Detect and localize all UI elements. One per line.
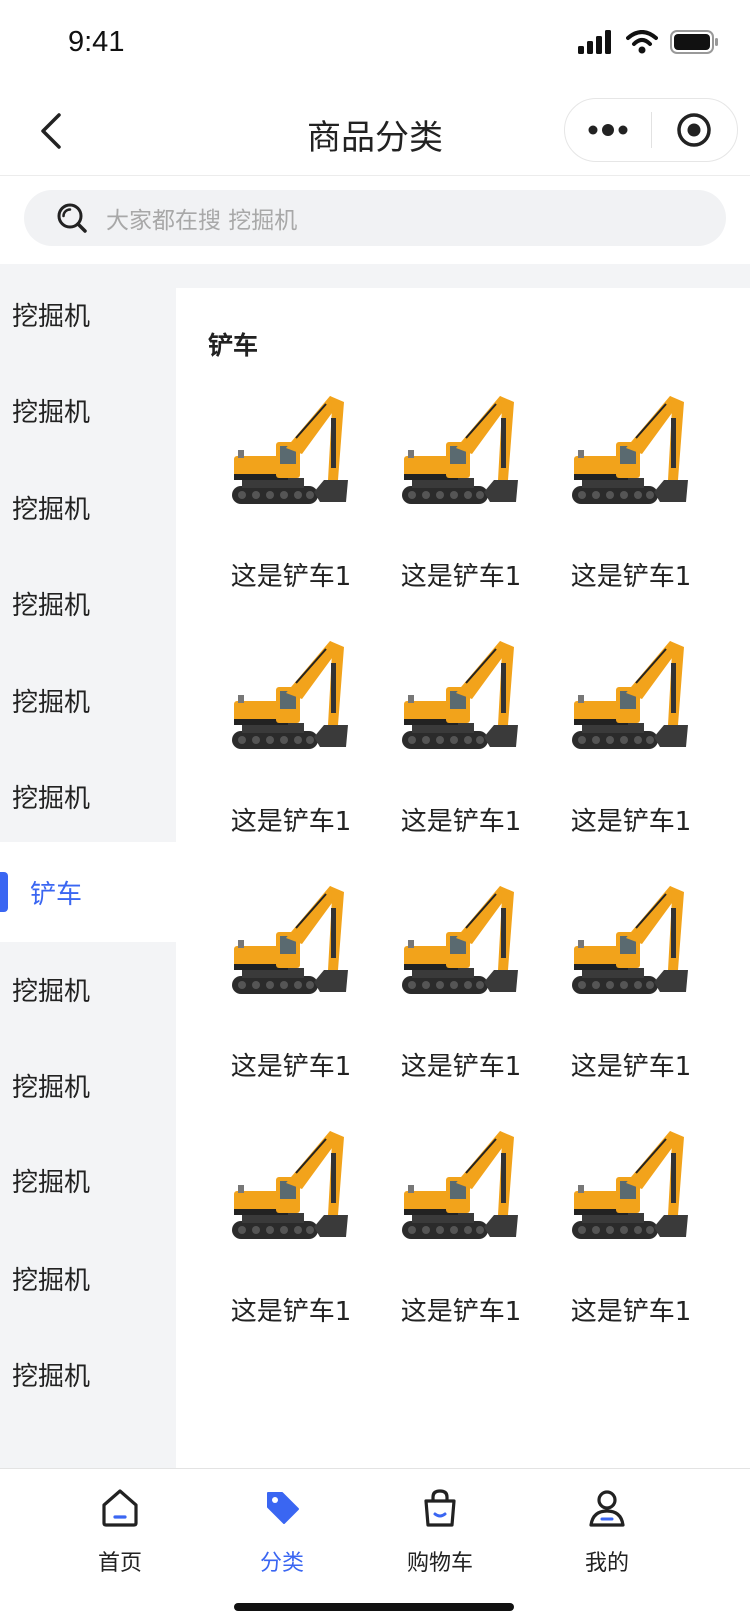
sidebar-item[interactable]: 挖掘机 (0, 1035, 176, 1135)
tab-category[interactable]: 分类 (222, 1483, 342, 1593)
product-name: 这是铲车1 (230, 562, 352, 592)
status-bar: 9:41 (0, 0, 750, 88)
product-card[interactable]: 这是铲车1 (376, 1123, 546, 1353)
more-dots-icon (588, 124, 628, 136)
sidebar-item-label: 挖掘机 (12, 590, 91, 621)
product-name: 这是铲车1 (230, 807, 352, 837)
bottom-tab-bar: 首页 分类 购物车 我的 (0, 1468, 750, 1624)
tab-label: 首页 (97, 1551, 142, 1576)
tab-label: 购物车 (406, 1551, 473, 1576)
product-card[interactable]: 这是铲车1 (546, 1123, 716, 1353)
sidebar-item[interactable]: 挖掘机 (0, 1228, 176, 1328)
sidebar-item-label: 挖掘机 (12, 1167, 91, 1198)
product-name: 这是铲车1 (230, 1297, 352, 1327)
sidebar-item[interactable]: 挖掘机 (0, 746, 176, 846)
product-card[interactable]: 这是铲车1 (546, 633, 716, 863)
product-name: 这是铲车1 (570, 1052, 692, 1082)
target-close-icon (677, 113, 711, 147)
excavator-image (396, 633, 526, 773)
excavator-image (566, 1123, 696, 1263)
active-indicator (0, 872, 8, 912)
excavator-image (226, 633, 356, 773)
search-input[interactable]: 大家都在搜 挖掘机 (24, 190, 726, 246)
product-card[interactable]: 这是铲车1 (206, 878, 376, 1108)
shopping-bag-icon (424, 1489, 456, 1527)
tab-label: 我的 (584, 1551, 629, 1576)
sidebar-item-label: 挖掘机 (12, 397, 91, 428)
category-content: 铲车 这是铲车1 这是铲车1 这是铲车1 这是铲车1 这是铲车1 这是铲车1 这是铲车1 这是… (176, 288, 750, 1468)
signal-icon (578, 30, 611, 54)
excavator-image (396, 878, 526, 1018)
sidebar-item-label: 挖掘机 (12, 687, 91, 718)
product-name: 这是铲车1 (570, 562, 692, 592)
sidebar-item[interactable]: 挖掘机 (0, 360, 176, 460)
product-card[interactable]: 这是铲车1 (206, 388, 376, 618)
tab-profile[interactable]: 我的 (547, 1483, 667, 1593)
tab-cart[interactable]: 购物车 (380, 1483, 500, 1593)
search-placeholder: 大家都在搜 挖掘机 (106, 208, 298, 234)
product-card[interactable]: 这是铲车1 (546, 878, 716, 1108)
sidebar-item-label: 挖掘机 (12, 1072, 91, 1103)
sidebar-item-label: 挖掘机 (12, 976, 91, 1007)
sidebar-item-label: 挖掘机 (12, 1361, 91, 1392)
tab-label: 分类 (259, 1551, 304, 1576)
status-time: 9:41 (68, 26, 125, 58)
product-name: 这是铲车1 (570, 1297, 692, 1327)
product-name: 这是铲车1 (400, 1052, 522, 1082)
excavator-image (226, 1123, 356, 1263)
sidebar-item-label: 挖掘机 (12, 1265, 91, 1296)
sidebar-item-label: 挖掘机 (12, 783, 91, 814)
more-button[interactable] (565, 98, 651, 162)
search-icon (57, 203, 87, 233)
mini-program-capsule (564, 98, 738, 162)
excavator-image (396, 1123, 526, 1263)
category-sidebar: 挖掘机 挖掘机 挖掘机 挖掘机 挖掘机 挖掘机 铲车 挖掘机 挖掘机 挖掘机 挖… (0, 264, 176, 1468)
sidebar-item-active[interactable]: 铲车 (0, 842, 176, 942)
product-name: 这是铲车1 (570, 807, 692, 837)
excavator-image (566, 633, 696, 773)
product-name: 这是铲车1 (400, 562, 522, 592)
battery-icon (670, 30, 718, 54)
sidebar-item-label: 挖掘机 (12, 301, 91, 332)
sidebar-item[interactable]: 挖掘机 (0, 1130, 176, 1230)
product-card[interactable]: 这是铲车1 (376, 633, 546, 863)
product-name: 这是铲车1 (230, 1052, 352, 1082)
sidebar-item[interactable]: 挖掘机 (0, 264, 176, 364)
product-name: 这是铲车1 (400, 807, 522, 837)
product-card[interactable]: 这是铲车1 (376, 878, 546, 1108)
product-card[interactable]: 这是铲车1 (546, 388, 716, 618)
navigation-bar: 商品分类 (0, 88, 750, 176)
user-icon (589, 1490, 625, 1527)
tab-home[interactable]: 首页 (60, 1483, 180, 1593)
sidebar-item[interactable]: 挖掘机 (0, 457, 176, 557)
product-card[interactable]: 这是铲车1 (206, 633, 376, 863)
product-name: 这是铲车1 (400, 1297, 522, 1327)
search-area: 大家都在搜 挖掘机 (0, 176, 750, 264)
wifi-icon (626, 30, 658, 54)
sidebar-item[interactable]: 挖掘机 (0, 939, 176, 1039)
home-icon (102, 1489, 138, 1527)
sidebar-item[interactable]: 挖掘机 (0, 553, 176, 653)
product-card[interactable]: 这是铲车1 (206, 1123, 376, 1353)
sidebar-item[interactable]: 挖掘机 (0, 650, 176, 750)
excavator-image (226, 388, 356, 528)
sidebar-item-label: 挖掘机 (12, 494, 91, 525)
status-icons (578, 30, 720, 54)
excavator-image (566, 388, 696, 528)
tag-icon (267, 1492, 299, 1524)
sidebar-item[interactable]: 挖掘机 (0, 1324, 176, 1424)
section-title: 铲车 (208, 331, 259, 360)
excavator-image (226, 878, 356, 1018)
close-miniprogram-button[interactable] (652, 98, 738, 162)
excavator-image (566, 878, 696, 1018)
home-indicator (234, 1603, 514, 1611)
product-card[interactable]: 这是铲车1 (376, 388, 546, 618)
excavator-image (396, 388, 526, 528)
sidebar-item-label: 铲车 (30, 879, 83, 910)
